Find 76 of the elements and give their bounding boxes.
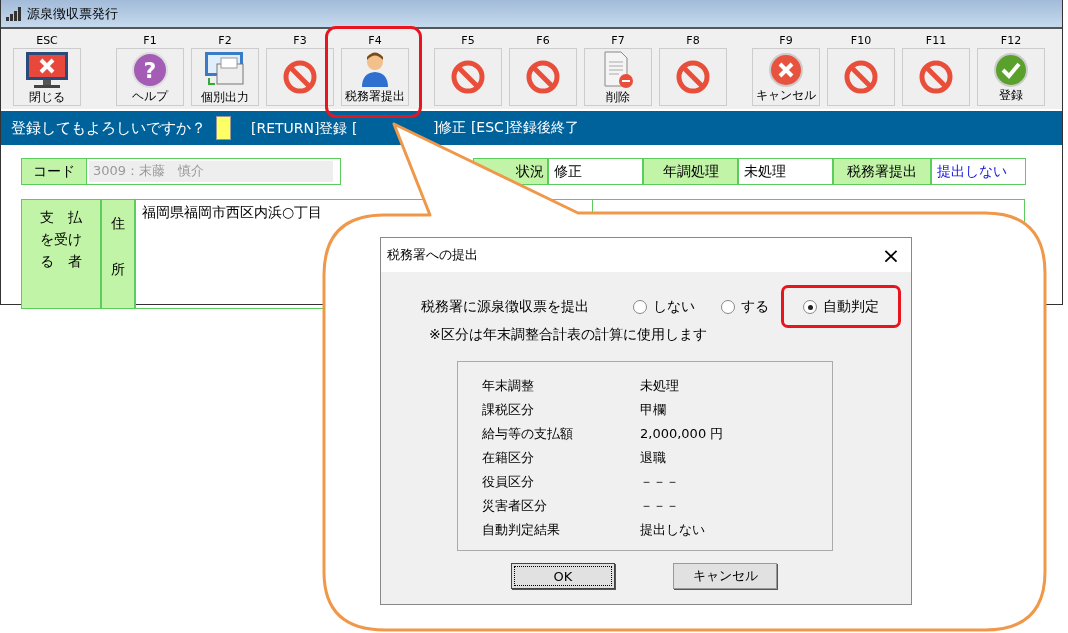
function-key-label: F10: [850, 34, 872, 48]
summary-value: 2,000,000 円: [640, 425, 724, 443]
field-value: 未処理: [738, 158, 833, 185]
function-key-label: F7: [611, 34, 625, 48]
monitor-close-icon: [24, 50, 70, 90]
dialog-title: 税務署への提出: [387, 246, 478, 264]
field-value: 修正: [548, 158, 643, 185]
no-entry-icon: [525, 59, 561, 95]
window-title: 源泉徴収票発行: [27, 4, 118, 23]
no-entry-icon: [843, 59, 879, 95]
option-prompt: 税務署に源泉徴収票を提出: [421, 298, 590, 316]
payee-label: 支 払 を受け る 者: [21, 199, 101, 309]
summary-value: 甲欄: [640, 401, 666, 419]
field-value: 提出しない: [931, 158, 1026, 185]
no-entry-icon: [450, 59, 486, 95]
function-key-label: F11: [925, 34, 947, 48]
toolbar-button[interactable]: [434, 48, 502, 106]
toolbar-button[interactable]: [266, 48, 334, 106]
summary-label: 自動判定結果: [482, 521, 561, 539]
document-minus-icon: [601, 50, 635, 90]
toolbar-button[interactable]: [659, 48, 727, 106]
no-entry-icon: [918, 59, 954, 95]
close-button[interactable]: ×: [871, 240, 911, 270]
cancel-icon: [768, 52, 804, 88]
no-entry-icon: [675, 59, 711, 95]
toolbar-button[interactable]: ? ヘルプ: [116, 48, 184, 106]
toolbar-button[interactable]: 個別出力: [191, 48, 259, 106]
answer-field[interactable]: [216, 116, 231, 140]
person-icon: [360, 51, 390, 89]
toolbar-button[interactable]: [902, 48, 970, 106]
field-label: 税務署提出: [833, 158, 931, 185]
function-key-label: F6: [536, 34, 550, 48]
check-icon: [993, 52, 1029, 88]
summary-value: 未処理: [640, 377, 679, 395]
summary-label: 年末調整: [482, 377, 535, 395]
toolbar-button[interactable]: [509, 48, 577, 106]
field-label: 年調処理: [643, 158, 738, 185]
summary-label: 在籍区分: [482, 449, 535, 467]
key-hint: ]修正 [ESC]登録後終了: [433, 119, 580, 137]
toolbar-button[interactable]: 税務署提出: [341, 48, 409, 106]
address-text: 福岡県福岡市西区内浜○丁目: [142, 204, 323, 220]
note-text: ※区分は年末調整合計表の計算に使用します: [429, 326, 708, 344]
dialog-button[interactable]: OK: [511, 563, 615, 589]
function-key-label: F4: [368, 34, 382, 48]
address-label: 住所: [101, 199, 135, 309]
function-key-label: F12: [1000, 34, 1022, 48]
summary-label: 給与等の支払額: [482, 425, 574, 443]
function-key-label: F9: [779, 34, 793, 48]
no-entry-icon: [282, 59, 318, 95]
radio-option[interactable]: する: [721, 298, 769, 316]
toolbar-button[interactable]: 登録: [977, 48, 1045, 106]
toolbar-button[interactable]: 削除: [584, 48, 652, 106]
summary-value: －－－: [640, 473, 679, 491]
dialog-button[interactable]: キャンセル: [673, 563, 777, 589]
summary-value: 退職: [640, 449, 666, 467]
key-hint: [RETURN]登録 [: [251, 119, 358, 136]
summary-label: 災害者区分: [482, 497, 548, 515]
radio-option[interactable]: 自動判定: [803, 298, 879, 316]
confirm-prompt: 登録してもよろしいですか？: [11, 118, 206, 138]
help-icon: ?: [131, 51, 169, 89]
function-key-label: F2: [218, 34, 232, 48]
summary-label: 役員区分: [482, 473, 535, 491]
function-key-label: F1: [143, 34, 157, 48]
field-label: コード: [22, 159, 87, 184]
toolbar-button[interactable]: [827, 48, 895, 106]
summary-value: 提出しない: [640, 521, 705, 539]
summary-label: 課税区分: [482, 401, 535, 419]
radio-option[interactable]: しない: [633, 298, 695, 316]
function-key-label: ESC: [36, 34, 58, 48]
bar-chart-icon: [6, 6, 22, 21]
function-key-label: F8: [686, 34, 700, 48]
function-key-label: F3: [293, 34, 307, 48]
toolbar-button[interactable]: 閉じる: [13, 48, 81, 106]
toolbar-button[interactable]: キャンセル: [752, 48, 820, 106]
function-key-label: F5: [461, 34, 475, 48]
summary-value: －－－: [640, 497, 679, 515]
